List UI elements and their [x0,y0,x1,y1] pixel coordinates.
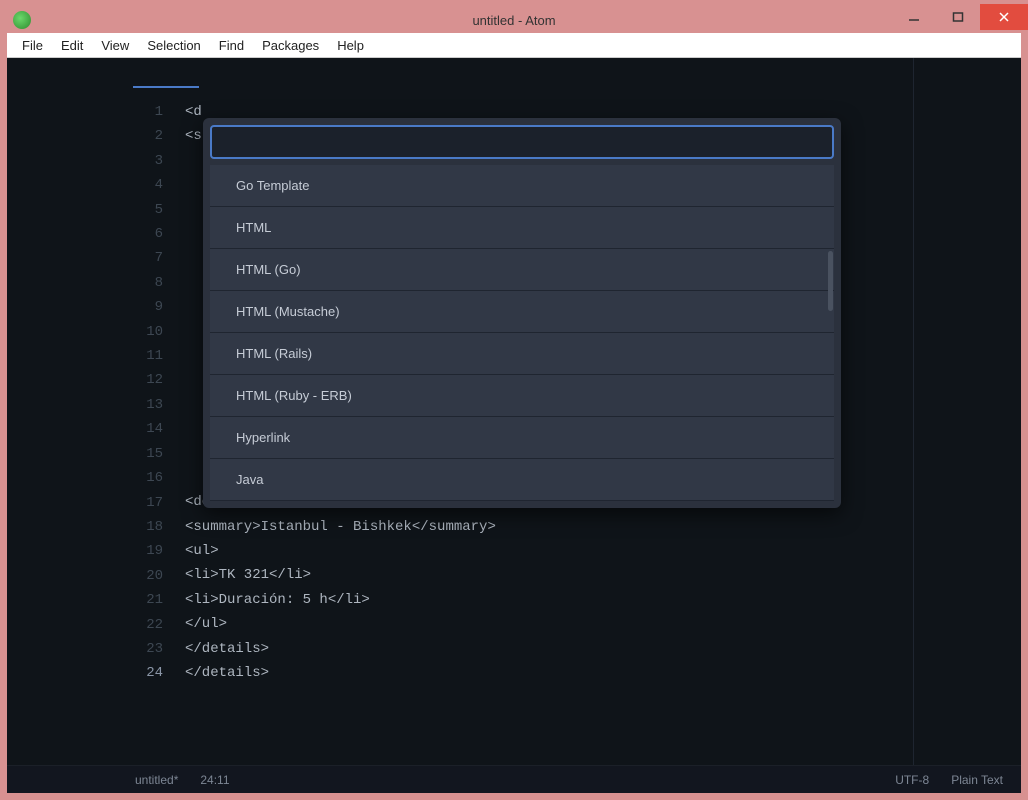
status-bar: untitled* 24:11 UTF-8 Plain Text [7,765,1021,793]
minimize-button[interactable] [892,4,936,30]
code-line[interactable]: </details> [185,637,496,661]
line-number[interactable]: 1 [7,100,175,124]
code-line[interactable]: <li>TK 321</li> [185,563,496,587]
status-encoding[interactable]: UTF-8 [895,773,929,787]
line-number[interactable]: 17 [7,491,175,515]
grammar-option[interactable]: HTML [210,207,834,249]
line-number[interactable]: 4 [7,173,175,197]
palette-scrollbar[interactable] [828,251,833,311]
code-line[interactable]: <summary>Istanbul - Bishkek</summary> [185,515,496,539]
grammar-option[interactable]: HTML (Mustache) [210,291,834,333]
line-number[interactable]: 15 [7,442,175,466]
grammar-list: Go TemplateHTMLHTML (Go)HTML (Mustache)H… [210,165,834,501]
line-number[interactable]: 23 [7,637,175,661]
line-number[interactable]: 21 [7,588,175,612]
status-grammar[interactable]: Plain Text [951,773,1003,787]
grammar-option[interactable]: Java [210,459,834,501]
line-number[interactable]: 11 [7,344,175,368]
app-icon [13,11,31,29]
wrap-guide [913,58,914,765]
window-title: untitled - Atom [7,13,1021,28]
status-cursor-position[interactable]: 24:11 [200,773,229,787]
line-number-gutter[interactable]: 123456789101112131415161718192021222324 [7,100,175,686]
grammar-option[interactable]: HTML (Ruby - ERB) [210,375,834,417]
menu-edit[interactable]: Edit [52,35,92,56]
line-number[interactable]: 14 [7,417,175,441]
line-number[interactable]: 19 [7,539,175,563]
command-palette: Go TemplateHTMLHTML (Go)HTML (Mustache)H… [203,118,841,508]
code-line[interactable]: </ul> [185,612,496,636]
menu-find[interactable]: Find [210,35,253,56]
line-number[interactable]: 12 [7,368,175,392]
grammar-option[interactable]: HTML (Rails) [210,333,834,375]
menu-view[interactable]: View [92,35,138,56]
code-line[interactable]: </details> [185,661,496,685]
menu-packages[interactable]: Packages [253,35,328,56]
grammar-option[interactable]: HTML (Go) [210,249,834,291]
active-tab-indicator [133,58,199,88]
line-number[interactable]: 24 [7,661,175,685]
menu-selection[interactable]: Selection [138,35,209,56]
line-number[interactable]: 3 [7,149,175,173]
line-number[interactable]: 8 [7,271,175,295]
menu-file[interactable]: File [13,35,52,56]
line-number[interactable]: 16 [7,466,175,490]
maximize-button[interactable] [936,4,980,30]
line-number[interactable]: 22 [7,613,175,637]
code-line[interactable]: <li>Duración: 5 h</li> [185,588,496,612]
code-line[interactable]: <ul> [185,539,496,563]
editor-area[interactable]: 123456789101112131415161718192021222324 … [7,58,1021,765]
menubar: File Edit View Selection Find Packages H… [7,33,1021,58]
menu-help[interactable]: Help [328,35,373,56]
line-number[interactable]: 10 [7,320,175,344]
line-number[interactable]: 18 [7,515,175,539]
line-number[interactable]: 9 [7,295,175,319]
titlebar[interactable]: untitled - Atom [7,7,1021,33]
grammar-search-input[interactable] [210,125,834,159]
line-number[interactable]: 6 [7,222,175,246]
line-number[interactable]: 2 [7,124,175,148]
line-number[interactable]: 20 [7,564,175,588]
window-controls [892,4,1028,30]
line-number[interactable]: 13 [7,393,175,417]
line-number[interactable]: 7 [7,246,175,270]
line-number[interactable]: 5 [7,198,175,222]
status-filename[interactable]: untitled* [135,773,178,787]
grammar-option[interactable]: Hyperlink [210,417,834,459]
close-button[interactable] [980,4,1028,30]
grammar-option[interactable]: Go Template [210,165,834,207]
window-frame: untitled - Atom File Edit View Selection… [0,0,1028,800]
